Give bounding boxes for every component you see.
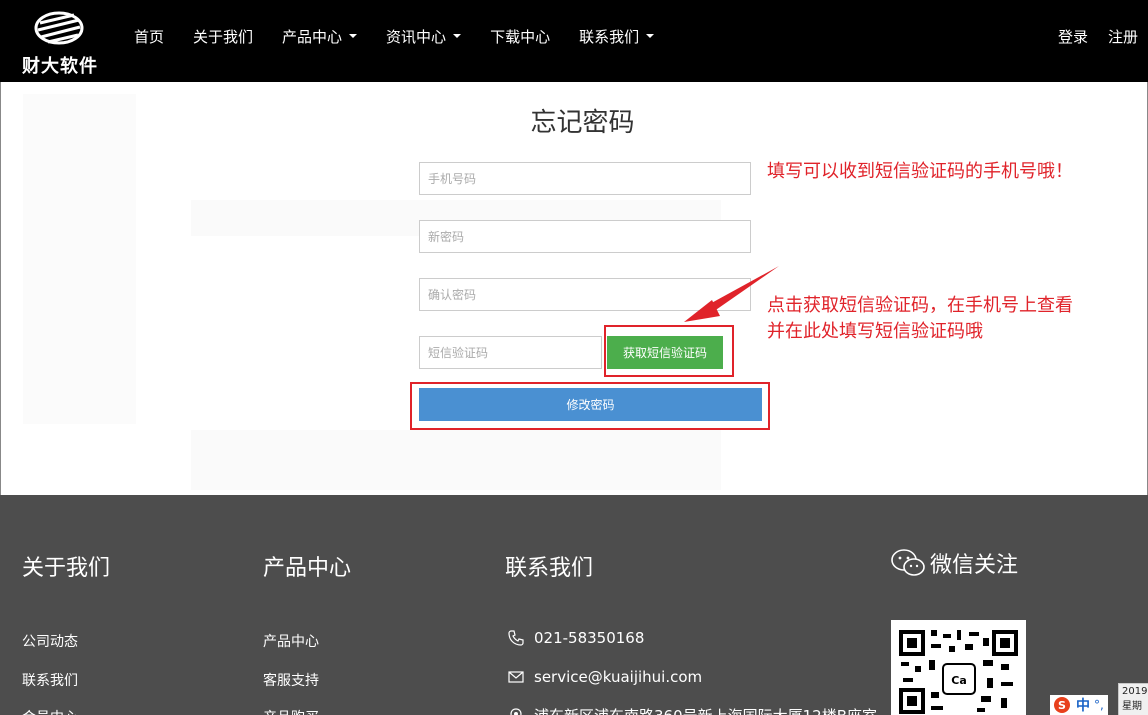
ghost-panel xyxy=(191,430,721,490)
mail-icon xyxy=(508,671,524,683)
footer-address: 浦东新区浦东南路360号新上海国际大厦12楼B座室 xyxy=(508,705,877,715)
wechat-qr-code: Ca xyxy=(891,620,1026,715)
footer-phone-number: 021-58350168 xyxy=(534,629,645,647)
footer-phone: 021-58350168 xyxy=(508,629,644,647)
footer-address-text: 浦东新区浦东南路360号新上海国际大厦12楼B座室 xyxy=(534,705,877,715)
logo-text: 财大软件 xyxy=(22,56,98,77)
ime-toolbar[interactable]: S 中 °, xyxy=(1050,695,1108,715)
phone-icon xyxy=(508,630,524,646)
system-clock[interactable]: 2019 星期 xyxy=(1118,683,1148,715)
nav-downloads[interactable]: 下载中心 xyxy=(490,26,550,47)
footer-link-purchase[interactable]: 产品购买 xyxy=(263,707,319,715)
sms-code-input[interactable] xyxy=(419,336,602,369)
new-password-input[interactable] xyxy=(419,220,751,253)
qr-code-icon: Ca xyxy=(899,630,1018,714)
clock-year: 2019 xyxy=(1122,686,1148,697)
nav-products[interactable]: 产品中心 xyxy=(282,26,358,47)
sms-hint-line-2: 并在此处填写短信验证码哦 xyxy=(767,321,983,342)
sogou-logo-icon: S xyxy=(1054,697,1070,713)
phone-input[interactable] xyxy=(419,162,751,195)
ime-punctuation-icon[interactable]: °, xyxy=(1094,698,1104,712)
site-footer: 关于我们 公司动态 联系我们 会员中心 产品中心 产品中心 客服支持 产品购买 … xyxy=(0,495,1148,715)
clock-weekday: 星期 xyxy=(1122,701,1142,712)
caret-down-icon xyxy=(453,34,462,38)
ghost-panel xyxy=(23,94,136,424)
footer-link-member[interactable]: 会员中心 xyxy=(22,707,78,715)
main-nav: 首页 关于我们 产品中心 资讯中心 下载中心 联系我们 xyxy=(120,0,683,72)
wechat-icon xyxy=(891,549,925,576)
svg-text:Ca: Ca xyxy=(951,674,967,687)
footer-about-title: 关于我们 xyxy=(22,556,111,581)
footer-link-products[interactable]: 产品中心 xyxy=(263,631,319,651)
nav-contact[interactable]: 联系我们 xyxy=(579,26,655,47)
site-logo[interactable]: 财大软件 xyxy=(10,8,110,77)
caret-down-icon xyxy=(349,34,358,38)
caret-down-icon xyxy=(646,34,655,38)
footer-email: service@kuaijihui.com xyxy=(508,668,702,686)
nav-about[interactable]: 关于我们 xyxy=(193,26,253,47)
phone-hint: 填写可以收到短信验证码的手机号哦！ xyxy=(767,161,1073,182)
footer-link-support[interactable]: 客服支持 xyxy=(263,670,319,690)
footer-contact-title: 联系我们 xyxy=(505,556,594,581)
logo-mark-icon xyxy=(34,11,84,45)
forgot-password-section: 忘记密码 获取短信验证码 修改密码 填写可以收到短信验证码的手机号哦！ 点击获取… xyxy=(0,82,1148,495)
submit-button-highlight xyxy=(410,382,770,430)
nav-home[interactable]: 首页 xyxy=(134,26,164,47)
footer-email-address[interactable]: service@kuaijihui.com xyxy=(534,668,702,686)
page-title: 忘记密码 xyxy=(530,108,635,138)
login-link[interactable]: 登录 xyxy=(1058,26,1088,47)
register-link[interactable]: 注册 xyxy=(1108,26,1138,47)
nav-news[interactable]: 资讯中心 xyxy=(386,26,462,47)
site-header: 财大软件 首页 关于我们 产品中心 资讯中心 下载中心 联系我们 登录 注册 xyxy=(0,0,1148,82)
sms-button-highlight xyxy=(604,325,734,377)
footer-link-news[interactable]: 公司动态 xyxy=(22,631,78,651)
location-icon xyxy=(510,707,522,715)
ime-language[interactable]: 中 xyxy=(1076,695,1090,715)
footer-wechat-title: 微信关注 xyxy=(890,547,1018,579)
footer-link-contact[interactable]: 联系我们 xyxy=(22,670,78,690)
sms-hint-line-1: 点击获取短信验证码，在手机号上查看 xyxy=(767,295,1073,316)
auth-links: 登录 注册 xyxy=(1038,0,1138,72)
footer-products-title: 产品中心 xyxy=(263,556,352,581)
